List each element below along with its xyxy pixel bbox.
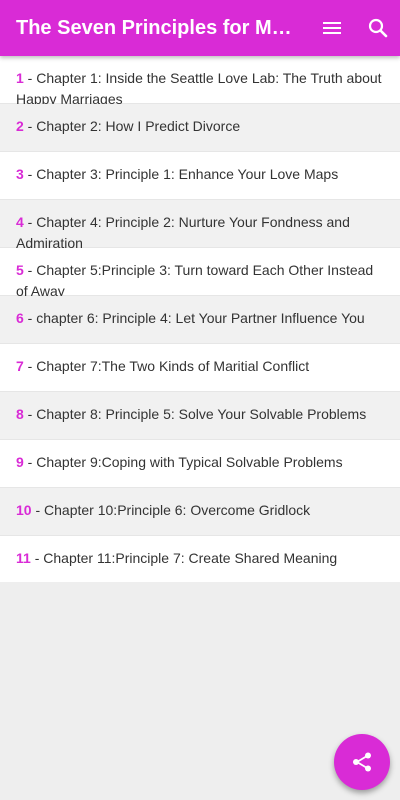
chapter-title: Chapter 11:Principle 7: Create Shared Me… bbox=[43, 550, 338, 566]
chapter-row-3[interactable]: 3Chapter 3: Principle 1: Enhance Your Lo… bbox=[0, 152, 400, 200]
chapter-title: Chapter 10:Principle 6: Overcome Gridloc… bbox=[44, 502, 311, 518]
chapter-row-6[interactable]: 6chapter 6: Principle 4: Let Your Partne… bbox=[0, 296, 400, 344]
chapter-title: Chapter 3: Principle 1: Enhance Your Lov… bbox=[36, 166, 339, 182]
chapter-row-10[interactable]: 10Chapter 10:Principle 6: Overcome Gridl… bbox=[0, 488, 400, 536]
search-icon bbox=[368, 18, 388, 38]
menu-button[interactable] bbox=[312, 8, 352, 48]
chapter-number: 10 bbox=[16, 502, 44, 518]
app-bar: The Seven Principles for Mak... bbox=[0, 0, 400, 56]
chapter-number: 6 bbox=[16, 310, 36, 326]
chapter-title: Chapter 9:Coping with Typical Solvable P… bbox=[36, 454, 343, 470]
menu-icon bbox=[323, 22, 341, 34]
app-title: The Seven Principles for Mak... bbox=[16, 17, 300, 39]
chapter-number: 11 bbox=[16, 550, 43, 566]
chapter-number: 3 bbox=[16, 166, 36, 182]
chapter-title: chapter 6: Principle 4: Let Your Partner… bbox=[36, 310, 365, 326]
chapter-title: Chapter 4: Principle 2: Nurture Your Fon… bbox=[16, 214, 350, 251]
chapter-row-11[interactable]: 11Chapter 11:Principle 7: Create Shared … bbox=[0, 536, 400, 582]
chapter-row-5[interactable]: 5Chapter 5:Principle 3: Turn toward Each… bbox=[0, 248, 400, 299]
chapter-title: Chapter 2: How I Predict Divorce bbox=[36, 118, 241, 134]
chapter-number: 7 bbox=[16, 358, 36, 374]
chapter-row-4[interactable]: 4Chapter 4: Principle 2: Nurture Your Fo… bbox=[0, 200, 400, 251]
chapter-title: Chapter 7:The Two Kinds of Maritial Conf… bbox=[36, 358, 310, 374]
chapter-number: 2 bbox=[16, 118, 36, 134]
chapter-number: 5 bbox=[16, 262, 36, 278]
chapter-number: 1 bbox=[16, 70, 36, 86]
chapter-row-9[interactable]: 9Chapter 9:Coping with Typical Solvable … bbox=[0, 440, 400, 488]
chapter-number: 9 bbox=[16, 454, 36, 470]
chapter-row-2[interactable]: 2Chapter 2: How I Predict Divorce bbox=[0, 104, 400, 152]
chapter-title: Chapter 8: Principle 5: Solve Your Solva… bbox=[36, 406, 367, 422]
chapter-number: 4 bbox=[16, 214, 36, 230]
chapter-row-1[interactable]: 1Chapter 1: Inside the Seattle Love Lab:… bbox=[0, 56, 400, 107]
chapter-list: 1Chapter 1: Inside the Seattle Love Lab:… bbox=[0, 56, 400, 582]
chapter-row-8[interactable]: 8Chapter 8: Principle 5: Solve Your Solv… bbox=[0, 392, 400, 440]
chapter-number: 8 bbox=[16, 406, 36, 422]
share-button[interactable] bbox=[334, 734, 390, 790]
chapter-row-7[interactable]: 7Chapter 7:The Two Kinds of Maritial Con… bbox=[0, 344, 400, 392]
chapter-title: Chapter 5:Principle 3: Turn toward Each … bbox=[16, 262, 374, 299]
share-icon bbox=[353, 752, 371, 772]
search-button[interactable] bbox=[358, 8, 398, 48]
chapter-title: Chapter 1: Inside the Seattle Love Lab: … bbox=[16, 70, 382, 107]
